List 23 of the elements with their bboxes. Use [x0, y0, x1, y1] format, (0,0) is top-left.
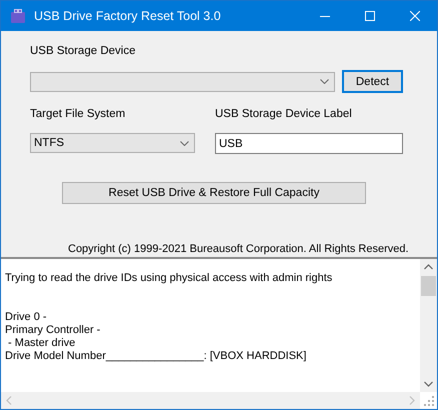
- usb-drive-icon: [10, 8, 26, 24]
- file-system-label: Target File System: [30, 107, 126, 122]
- file-system-dropdown[interactable]: NTFS: [30, 133, 195, 153]
- vertical-scrollbar[interactable]: [420, 259, 437, 392]
- device-label-caption: USB Storage Device Label: [215, 107, 353, 122]
- chevron-icon: [320, 79, 329, 84]
- maximize-icon: [364, 11, 374, 21]
- chevron-icon: [180, 140, 189, 146]
- scroll-thumb[interactable]: [421, 276, 436, 296]
- log-line: Drive Model Number________________: [VBOX HARDDISK]: [5, 350, 308, 363]
- close-icon: [410, 11, 420, 21]
- log-line: Primary Controller -: [5, 324, 102, 337]
- copyright-text: Copyright (c) 1999-2021 Bureausoft Corporation. All Rights Reserved.: [68, 243, 410, 255]
- window-title: USB Drive Factory Reset Tool 3.0: [34, 9, 221, 23]
- log-line: Trying to read the drive IDs using physical access with admin rights: [5, 272, 334, 285]
- log-line: Drive 0 -: [5, 311, 48, 324]
- reset-button[interactable]: Reset USB Drive & Restore Full Capacity: [62, 182, 366, 204]
- horizontal-scrollbar[interactable]: [1, 392, 420, 409]
- device-label: USB Storage Device: [30, 44, 136, 59]
- detect-button[interactable]: Detect: [342, 70, 403, 93]
- resize-grip-icon: [423, 395, 435, 407]
- device-label-field[interactable]: USB: [215, 133, 403, 154]
- log-line: - Master drive: [7, 337, 76, 350]
